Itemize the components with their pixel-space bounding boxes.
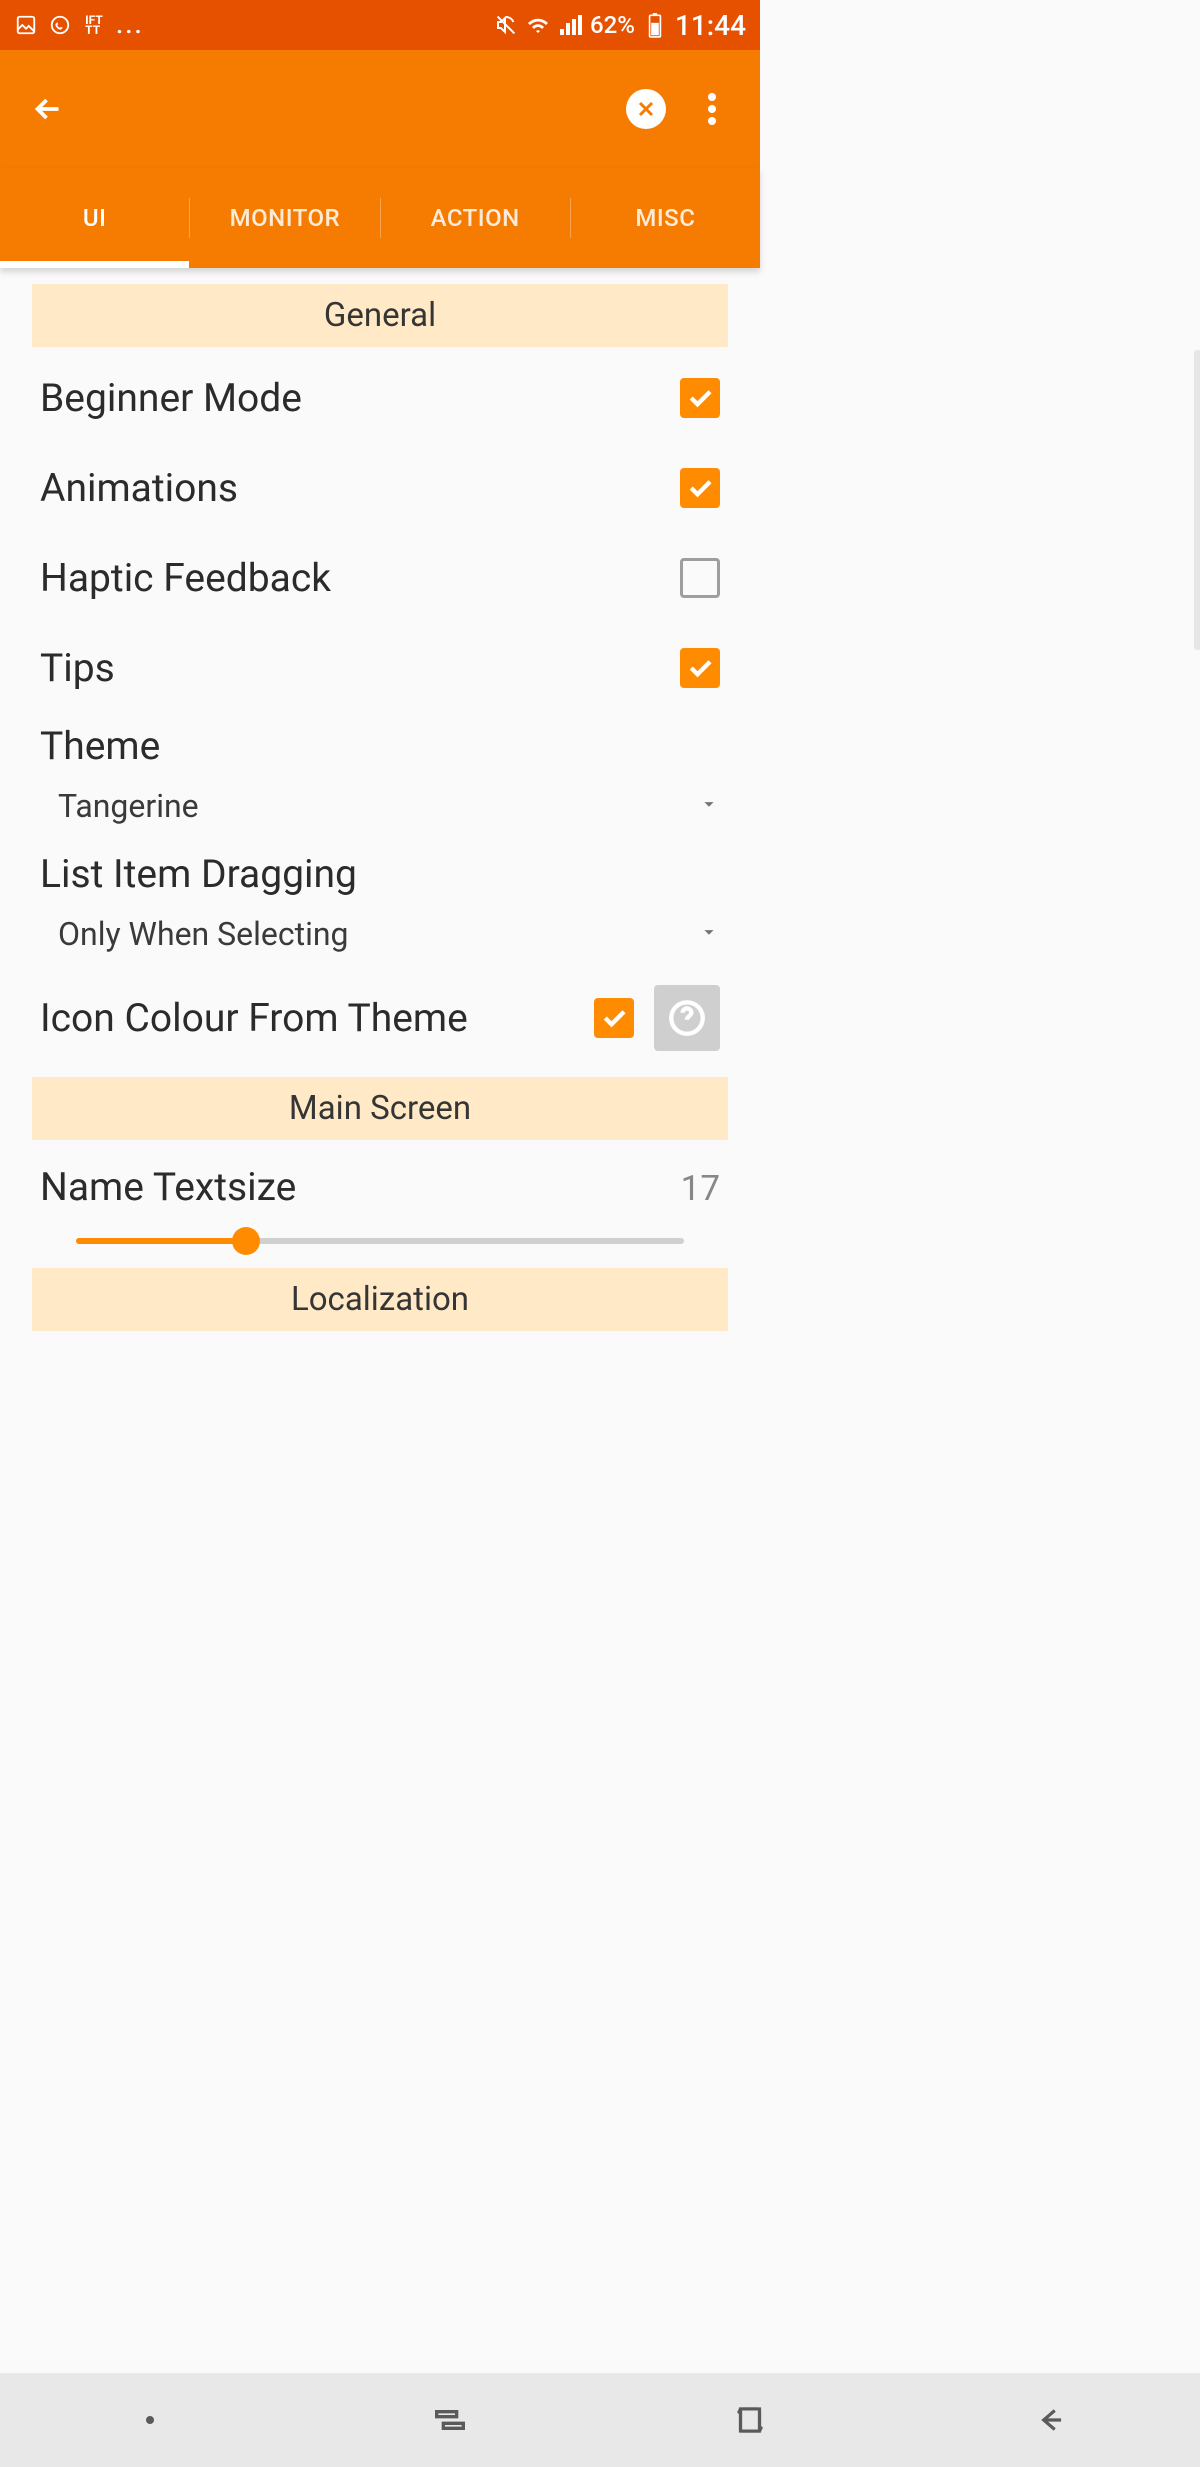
system-nav-bar bbox=[0, 2373, 1200, 2467]
app-bar bbox=[0, 50, 760, 168]
name-textsize-label: Name Textsize bbox=[40, 1164, 681, 1210]
animations-checkbox[interactable] bbox=[680, 468, 720, 508]
list-item-dragging-dropdown[interactable]: Only When Selecting bbox=[40, 905, 720, 979]
nav-home-button[interactable] bbox=[720, 2390, 780, 2450]
settings-content: General Beginner Mode Animations Haptic … bbox=[0, 268, 760, 1331]
haptic-feedback-checkbox[interactable] bbox=[680, 558, 720, 598]
section-header-general: General bbox=[32, 284, 728, 347]
whatsapp-icon bbox=[48, 13, 72, 37]
theme-dropdown[interactable]: Tangerine bbox=[40, 777, 720, 851]
row-haptic-feedback[interactable]: Haptic Feedback bbox=[14, 533, 746, 623]
icon-colour-checkbox[interactable] bbox=[594, 998, 634, 1038]
row-list-item-dragging: List Item Dragging Only When Selecting bbox=[14, 851, 746, 979]
beginner-mode-checkbox[interactable] bbox=[680, 378, 720, 418]
list-item-dragging-label: List Item Dragging bbox=[40, 851, 720, 897]
ifttt-icon: IFTTT bbox=[82, 13, 106, 37]
name-textsize-value: 17 bbox=[681, 1168, 720, 1209]
animations-label: Animations bbox=[40, 465, 680, 511]
section-header-main-screen: Main Screen bbox=[32, 1077, 728, 1140]
nav-dot-icon[interactable] bbox=[120, 2390, 180, 2450]
tab-ui[interactable]: UI bbox=[0, 168, 189, 268]
row-beginner-mode[interactable]: Beginner Mode bbox=[14, 353, 746, 443]
nav-back-button[interactable] bbox=[1020, 2390, 1080, 2450]
back-button[interactable] bbox=[24, 85, 72, 133]
icon-colour-label: Icon Colour From Theme bbox=[40, 995, 574, 1041]
row-icon-colour: Icon Colour From Theme bbox=[14, 979, 746, 1071]
row-tips[interactable]: Tips bbox=[14, 623, 746, 713]
icon-colour-help-button[interactable] bbox=[654, 985, 720, 1051]
row-name-textsize: Name Textsize 17 bbox=[14, 1146, 746, 1252]
wifi-icon bbox=[526, 13, 550, 37]
row-theme: Theme Tangerine bbox=[14, 713, 746, 851]
signal-icon bbox=[558, 13, 582, 37]
theme-value: Tangerine bbox=[58, 787, 698, 825]
overflow-menu-button[interactable] bbox=[688, 85, 736, 133]
chevron-down-icon bbox=[698, 793, 720, 819]
battery-percent: 62% bbox=[590, 11, 635, 39]
tab-monitor[interactable]: MONITOR bbox=[190, 168, 379, 268]
battery-icon bbox=[643, 13, 667, 37]
section-header-localization: Localization bbox=[32, 1268, 728, 1331]
tab-bar: UI MONITOR ACTION MISC bbox=[0, 168, 760, 268]
row-animations[interactable]: Animations bbox=[14, 443, 746, 533]
theme-label: Theme bbox=[40, 723, 720, 769]
beginner-mode-label: Beginner Mode bbox=[40, 375, 680, 421]
tab-action[interactable]: ACTION bbox=[381, 168, 570, 268]
status-bar: IFTTT ... 62% 11:44 bbox=[0, 0, 760, 50]
tips-label: Tips bbox=[40, 645, 680, 691]
nav-recents-button[interactable] bbox=[420, 2390, 480, 2450]
tab-misc[interactable]: MISC bbox=[571, 168, 760, 268]
more-notifications-icon: ... bbox=[116, 10, 144, 40]
clear-button[interactable] bbox=[622, 85, 670, 133]
list-item-dragging-value: Only When Selecting bbox=[58, 915, 698, 953]
tips-checkbox[interactable] bbox=[680, 648, 720, 688]
picture-icon bbox=[14, 13, 38, 37]
clock-text: 11:44 bbox=[675, 9, 746, 42]
scrollbar[interactable] bbox=[1194, 350, 1200, 650]
haptic-feedback-label: Haptic Feedback bbox=[40, 555, 680, 601]
name-textsize-slider[interactable] bbox=[40, 1238, 720, 1244]
chevron-down-icon bbox=[698, 921, 720, 947]
vibrate-icon bbox=[494, 13, 518, 37]
